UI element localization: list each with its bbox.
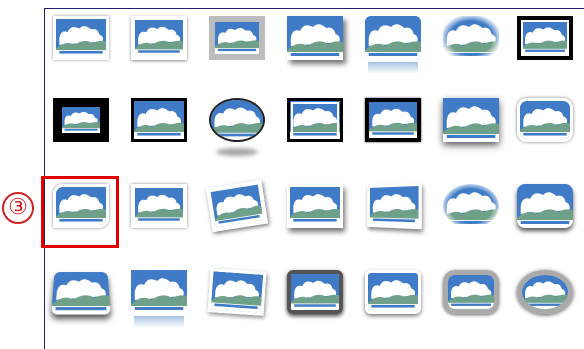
landscape-picture-icon (517, 16, 573, 60)
style-thumbnail-beveled-matte-white[interactable] (126, 12, 192, 78)
style-thumbnail-snip-diagonal-corner-white[interactable] (48, 180, 114, 246)
landscape-picture-icon (207, 268, 267, 316)
landscape-picture-icon (365, 270, 421, 314)
landscape-picture-icon (365, 98, 421, 142)
style-thumbnail-simple-frame-black[interactable] (126, 94, 192, 160)
style-thumbnail-soft-edge-rectangle[interactable] (438, 12, 504, 78)
style-thumbnail-drop-shadow-rectangle[interactable] (282, 12, 348, 78)
style-thumbnail-relaxed-perspective-white[interactable] (360, 180, 426, 246)
landscape-picture-icon (53, 98, 109, 142)
landscape-picture-icon (53, 16, 109, 60)
style-thumbnail-thick-matte-black[interactable] (48, 94, 114, 160)
style-thumbnail-reflected-rounded-rectangle[interactable] (360, 12, 426, 78)
landscape-picture-icon (287, 98, 343, 142)
reflection (134, 316, 184, 328)
style-thumbnail-compound-frame-black[interactable] (282, 94, 348, 160)
style-thumbnail-metal-frame[interactable] (204, 12, 270, 78)
style-thumbnail-perspective-shadow-white[interactable] (282, 180, 348, 246)
cast-shadow (216, 148, 258, 156)
style-thumbnail-beveled-oval-black[interactable] (204, 94, 270, 160)
style-thumbnail-bevel-perspective-left-white[interactable] (204, 266, 270, 332)
landscape-picture-icon (443, 270, 499, 314)
landscape-picture-icon (365, 16, 421, 60)
landscape-picture-icon (443, 184, 499, 228)
style-thumbnail-center-shadow-rectangle[interactable] (438, 94, 504, 160)
style-thumbnail-rounded-diagonal-corner-white[interactable] (512, 94, 578, 160)
landscape-picture-icon (443, 98, 499, 142)
landscape-picture-icon (517, 98, 573, 142)
landscape-picture-icon (287, 270, 343, 314)
landscape-picture-icon (53, 184, 109, 228)
style-thumbnail-moderate-frame-black[interactable] (360, 94, 426, 160)
landscape-picture-icon (209, 16, 265, 60)
style-thumbnail-double-frame-black[interactable] (512, 12, 578, 78)
style-thumbnail-metal-oval[interactable] (438, 266, 504, 332)
landscape-picture-icon (367, 182, 422, 230)
landscape-picture-icon (131, 270, 187, 314)
reflection (368, 62, 418, 74)
landscape-picture-icon (209, 98, 265, 142)
landscape-picture-icon (443, 16, 499, 60)
style-thumbnail-reflected-perspective-right[interactable] (360, 266, 426, 332)
style-thumbnail-reflected-bevel-white[interactable] (126, 266, 192, 332)
style-thumbnail-rotated-white[interactable] (204, 179, 270, 246)
landscape-picture-icon (517, 270, 573, 314)
landscape-picture-icon (131, 184, 187, 228)
style-thumbnail-bevel-rectangle[interactable] (512, 180, 578, 246)
style-thumbnail-soft-edge-oval[interactable] (438, 180, 504, 246)
style-thumbnail-metal-rounded-rectangle[interactable] (282, 266, 348, 332)
landscape-picture-icon (517, 184, 573, 228)
landscape-picture-icon (287, 184, 343, 228)
style-thumbnail-bevel-ellipse[interactable] (512, 266, 578, 332)
style-thumbnail-bevel-perspective[interactable] (48, 266, 114, 332)
landscape-picture-icon (205, 179, 269, 233)
landscape-picture-icon (51, 272, 111, 315)
landscape-picture-icon (131, 98, 187, 142)
landscape-picture-icon (287, 16, 343, 60)
landscape-picture-icon (131, 16, 187, 60)
style-thumbnail-moderate-frame-white[interactable] (126, 180, 192, 246)
step-number-badge: ③ (2, 192, 34, 224)
style-thumbnail-simple-frame-white[interactable] (48, 12, 114, 78)
